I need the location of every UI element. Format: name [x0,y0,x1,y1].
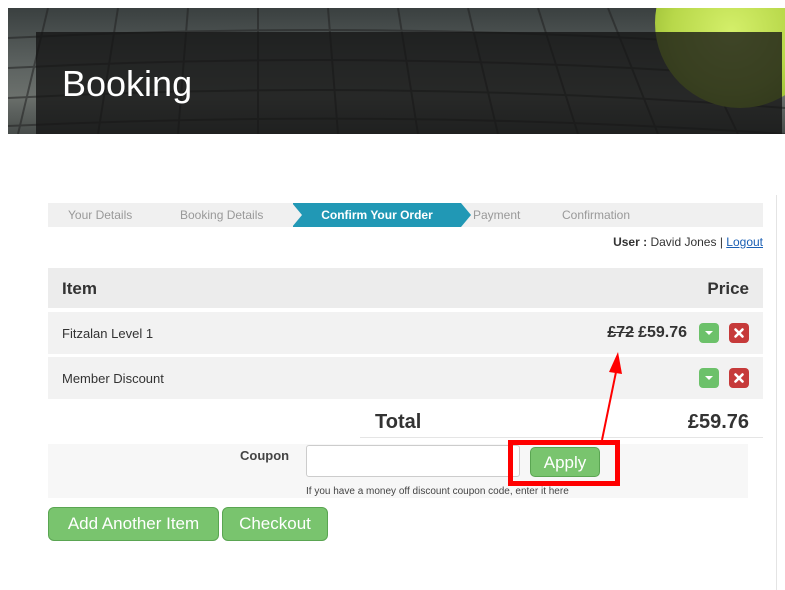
annotation-arrow [601,352,622,441]
checkout-button[interactable]: Checkout [222,507,328,541]
add-another-item-button[interactable]: Add Another Item [48,507,219,541]
scrollbar[interactable] [776,195,785,590]
